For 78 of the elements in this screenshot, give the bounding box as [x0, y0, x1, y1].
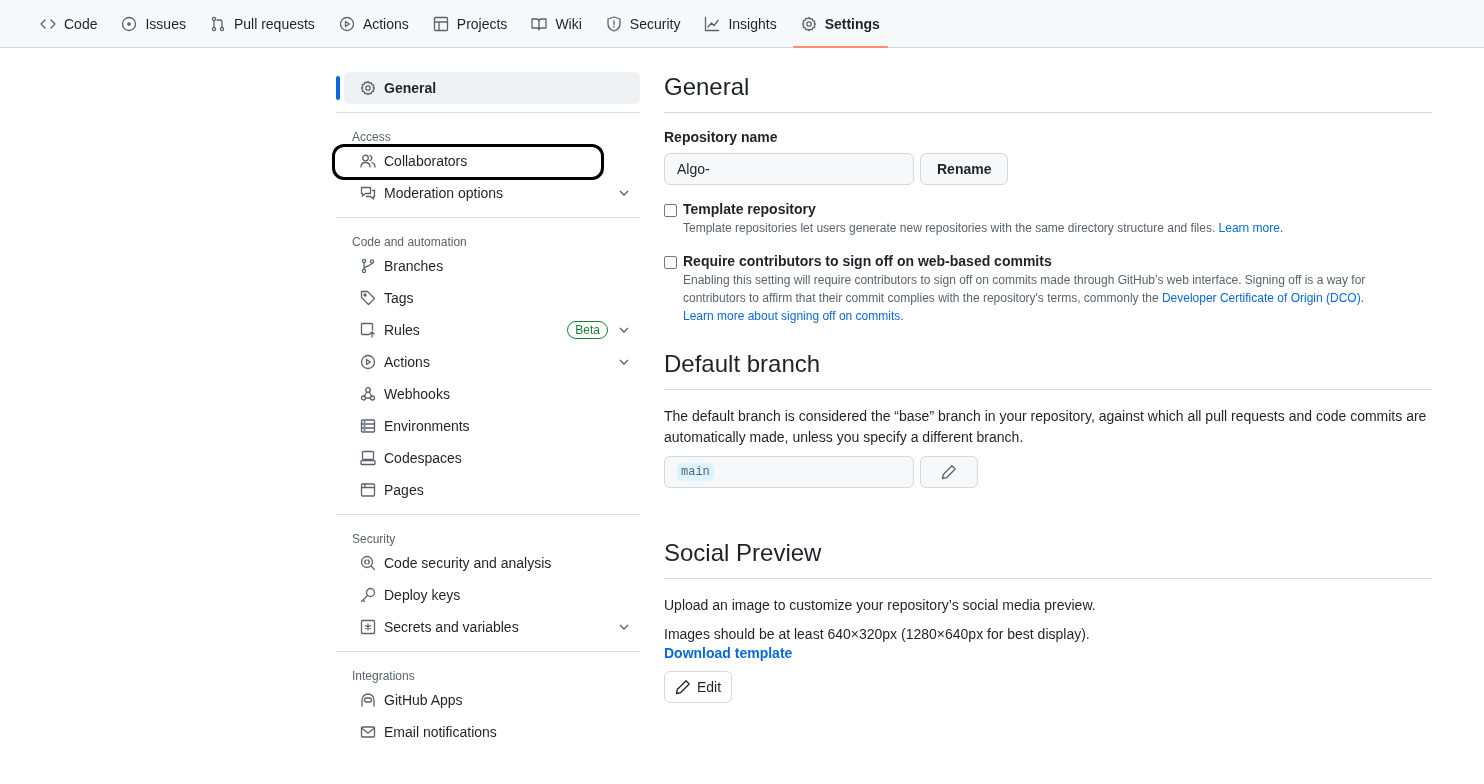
checkbox[interactable] [664, 204, 677, 217]
tag-icon [360, 290, 376, 306]
sidebar-item[interactable]: Codespaces [344, 442, 640, 474]
pencil-icon [675, 679, 691, 695]
nav-tab[interactable]: Wiki [523, 0, 590, 47]
nav-tab[interactable]: Actions [330, 0, 417, 47]
pencil-icon [941, 464, 957, 480]
rename-button[interactable]: Rename [920, 153, 1009, 185]
graph-icon [704, 15, 721, 32]
pr-icon [209, 15, 226, 32]
sidebar-item[interactable]: Code security and analysis [344, 547, 640, 579]
checkbox[interactable] [664, 256, 677, 269]
comment-icon [360, 185, 376, 201]
sidebar-heading: Code and automation [351, 234, 468, 250]
apps-icon [360, 692, 376, 708]
browser-icon [360, 482, 376, 498]
sidebar-item[interactable]: Deploy keys [344, 579, 640, 611]
rules-icon [360, 322, 376, 338]
branch-icon [360, 258, 376, 274]
option-description: Enabling this setting will require contributors to sign off on commits made through GitHub’s web interface. Signing off is a way for contributors to affirm that their commit complies with the repository's terms, commonly the Developer Certificate of Origin (DCO). Learn more about signing off on commits. [683, 272, 1367, 325]
active-indicator [336, 76, 340, 100]
key-icon [360, 587, 376, 603]
shield-icon [605, 15, 622, 32]
gear-icon [800, 15, 817, 32]
codescan-icon [360, 555, 376, 571]
edit-branch-button[interactable] [920, 456, 978, 488]
sidebar-item[interactable]: Pages [344, 474, 640, 506]
sidebar-item[interactable]: General [344, 72, 640, 104]
sidebar-item[interactable]: Environments [344, 410, 640, 442]
nav-tab[interactable]: Security [597, 0, 689, 47]
webhook-icon [360, 386, 376, 402]
people-icon [360, 153, 376, 169]
laptop-icon [360, 450, 376, 466]
learn-more-link[interactable]: Learn more. [1218, 221, 1284, 235]
learn-more-link[interactable]: Developer Certificate of Origin (DCO). [1161, 291, 1364, 305]
sidebar-item[interactable]: Rules Beta [344, 314, 640, 346]
sidebar-item[interactable]: Actions [344, 346, 640, 378]
sidebar-item[interactable]: GitHub Apps [344, 684, 640, 716]
section-title: Social Preview [664, 538, 1432, 579]
mail-icon [360, 724, 376, 740]
play-icon [360, 354, 376, 370]
issue-icon [121, 15, 138, 32]
sidebar-heading: Integrations [351, 668, 416, 684]
sidebar-heading: Security [351, 531, 397, 547]
section-title: General [664, 72, 1432, 113]
option-title: Require contributors to sign off on web-based commits [683, 253, 1053, 269]
section-description: Upload an image to customize your repository’s social media preview. [664, 596, 1097, 615]
asterisk-icon [360, 619, 376, 635]
option-description: Template repositories let users generate new repositories with the same directory structure and files. Learn more. [683, 220, 1284, 237]
edit-button[interactable]: Edit [664, 671, 733, 703]
sidebar-item[interactable]: Webhooks [344, 378, 640, 410]
sidebar-item[interactable]: Branches [344, 250, 640, 282]
gear-icon [360, 80, 376, 96]
section-description: The default branch is considered the “base” branch in your repository, against which all pull requests and code commits are automatically made, unless you specify a different branch. [664, 407, 1428, 447]
nav-tab[interactable]: Projects [424, 0, 516, 47]
sidebar-item[interactable]: Secrets and variables [344, 611, 640, 643]
branch-name: main [677, 463, 714, 481]
section-title: Default branch [664, 349, 1432, 390]
table-icon [432, 15, 449, 32]
nav-tab[interactable]: Pull requests [201, 0, 323, 47]
repository-name-field[interactable]: Algo- [664, 153, 914, 185]
image-requirements: Images should be at least 640×320px (1280×640px for best display). [664, 625, 1091, 644]
book-icon [531, 15, 548, 32]
learn-more-link[interactable]: Learn more about signing off on commits. [683, 309, 904, 323]
sidebar-item[interactable]: Tags [344, 282, 640, 314]
sidebar-item[interactable]: Moderation options [344, 177, 640, 209]
nav-tab[interactable]: Insights [696, 0, 785, 47]
field-label: Repository name [664, 129, 779, 145]
nav-tab[interactable]: Issues [113, 0, 194, 47]
play-icon [338, 15, 355, 32]
server-icon [360, 418, 376, 434]
nav-tab[interactable]: Settings [792, 0, 888, 47]
sidebar-heading: Access [351, 129, 392, 145]
nav-tab[interactable]: Code [32, 0, 106, 47]
download-template-link[interactable]: Download template [664, 645, 793, 661]
sidebar-item[interactable]: Collaborators [344, 145, 640, 177]
sidebar-item[interactable]: Email notifications [344, 716, 640, 748]
option-title: Template repository [683, 201, 817, 217]
